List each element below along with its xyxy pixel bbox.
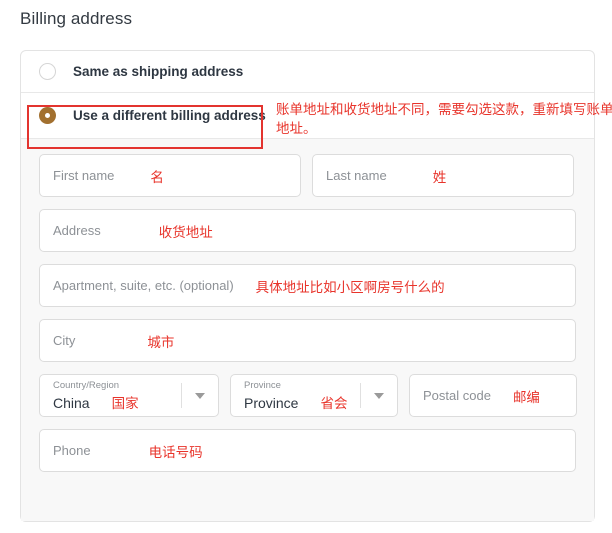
apartment-row: Apartment, suite, etc. (optional) 具体地址比如… — [39, 264, 576, 307]
postal-code-placeholder: Postal code — [423, 388, 491, 403]
radio-unchecked-icon[interactable] — [39, 63, 56, 80]
province-select[interactable]: Province Province 省会 — [230, 374, 398, 417]
city-annotation: 城市 — [147, 334, 175, 351]
chevron-down-icon[interactable] — [360, 383, 397, 408]
phone-annotation: 电话号码 — [148, 444, 203, 461]
last-name-annotation: 姓 — [432, 169, 447, 186]
billing-option-same-as-shipping[interactable]: Same as shipping address — [21, 51, 594, 93]
address-annotation: 收货地址 — [158, 224, 213, 241]
apartment-placeholder: Apartment, suite, etc. (optional) — [53, 278, 234, 293]
region-row: Country/Region China 国家 Province Provinc… — [39, 374, 577, 417]
province-value: Province — [244, 394, 299, 411]
first-name-annotation: 名 — [150, 169, 164, 186]
apartment-annotation: 具体地址比如小区啊房号什么的 — [255, 279, 445, 296]
city-placeholder: City — [53, 333, 76, 348]
postal-code-field[interactable]: Postal code 邮编 — [409, 374, 577, 417]
province-label: Province — [244, 379, 281, 391]
page-title: Billing address — [20, 9, 133, 28]
first-name-field[interactable]: First name 名 — [39, 154, 301, 197]
country-region-annotation: 国家 — [111, 395, 139, 412]
country-region-select[interactable]: Country/Region China 国家 — [39, 374, 219, 417]
radio-checked-icon[interactable] — [39, 107, 56, 124]
chevron-down-icon[interactable] — [181, 383, 218, 408]
first-name-placeholder: First name — [53, 168, 115, 183]
country-region-value: China — [53, 394, 90, 411]
address-row: Address 收货地址 — [39, 209, 576, 252]
address-field[interactable]: Address 收货地址 — [39, 209, 576, 252]
province-annotation: 省会 — [320, 395, 348, 412]
phone-placeholder: Phone — [53, 443, 91, 458]
billing-option-label: Use a different billing address — [73, 108, 266, 123]
last-name-field[interactable]: Last name 姓 — [312, 154, 574, 197]
postal-code-annotation: 邮编 — [512, 389, 540, 406]
phone-field[interactable]: Phone 电话号码 — [39, 429, 576, 472]
country-region-label: Country/Region — [53, 379, 120, 391]
last-name-placeholder: Last name — [326, 168, 387, 183]
billing-option-label: Same as shipping address — [73, 64, 244, 79]
billing-option-annotation: 账单地址和收货地址不同，需要勾选这款，重新填写账单地址。 — [276, 102, 612, 137]
apartment-field[interactable]: Apartment, suite, etc. (optional) 具体地址比如… — [39, 264, 576, 307]
name-row: First name 名 Last name 姓 — [39, 154, 576, 197]
city-field[interactable]: City 城市 — [39, 319, 576, 362]
city-row: City 城市 — [39, 319, 576, 362]
phone-row: Phone 电话号码 — [39, 429, 576, 472]
address-placeholder: Address — [53, 223, 101, 238]
billing-address-form: First name 名 Last name 姓 Address 收货地址 Ap… — [21, 139, 594, 521]
